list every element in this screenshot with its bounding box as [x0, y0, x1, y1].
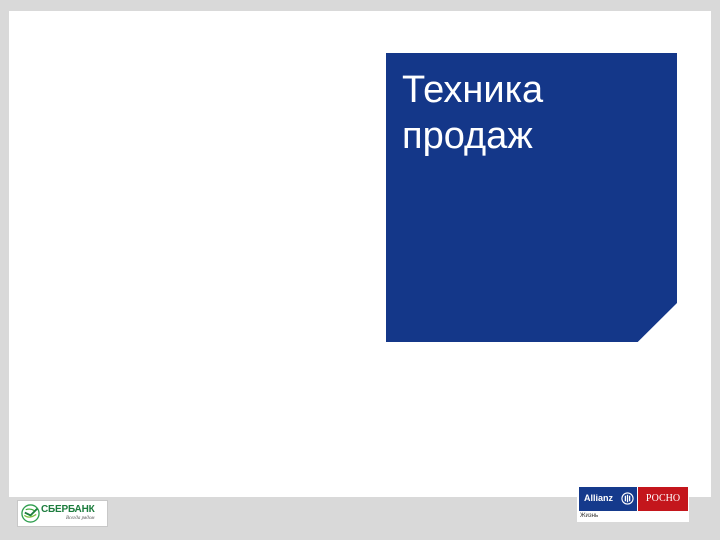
sberbank-name: СБЕРБАНК [41, 504, 95, 515]
allianz-box: Allianz [579, 487, 637, 511]
allianz-name: Allianz [584, 493, 614, 503]
sberbank-tagline: Всегда рядом [66, 516, 95, 521]
slide-title: Техника продаж [402, 69, 544, 157]
allianz-eagle-icon [621, 492, 634, 505]
allianz-subtitle: Жизнь [580, 513, 599, 519]
rosno-name: РОСНО [645, 493, 681, 504]
sberbank-logo: СБЕРБАНК Всегда рядом [17, 500, 108, 527]
title-block: Техника продаж [386, 53, 677, 342]
rosno-box: РОСНО [638, 487, 688, 511]
sberbank-emblem-icon [21, 504, 40, 523]
allianz-rosno-logo: Allianz РОСНО Жизнь [577, 486, 689, 522]
